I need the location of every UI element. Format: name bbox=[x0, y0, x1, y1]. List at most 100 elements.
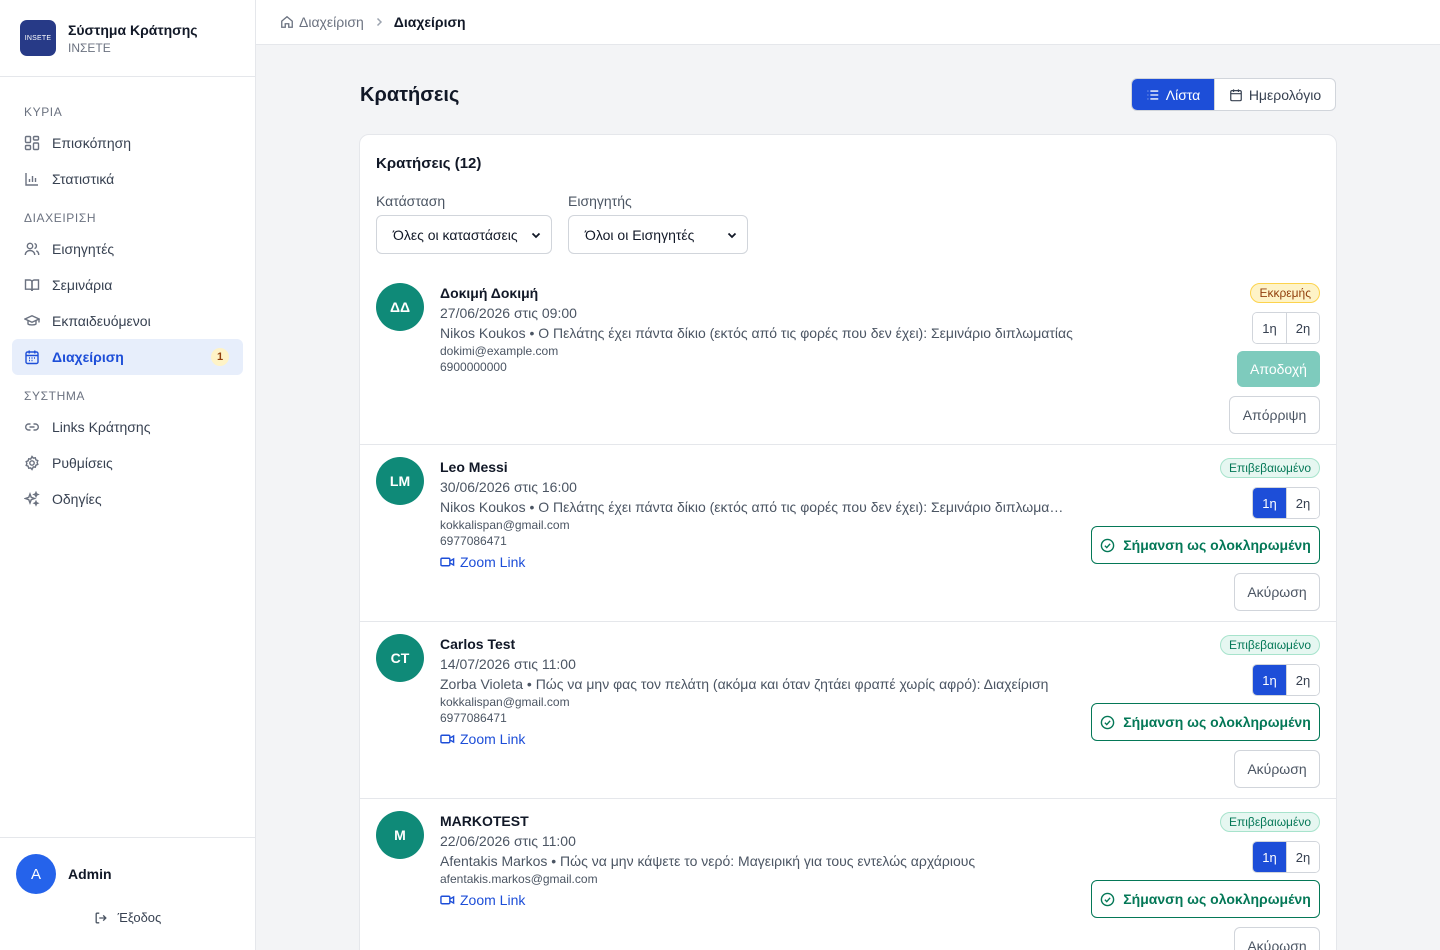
accept-button[interactable]: Αποδοχή bbox=[1237, 351, 1320, 387]
session-1-button[interactable]: 1η bbox=[1253, 842, 1286, 872]
list-view-label: Λίστα bbox=[1165, 86, 1201, 103]
avatar: A bbox=[16, 854, 56, 894]
nav-section-main: ΚΥΡΙΑ bbox=[24, 105, 63, 119]
session-1-button[interactable]: 1η bbox=[1253, 488, 1286, 518]
booking-email: dokimi@example.com bbox=[440, 344, 559, 358]
sidebar-item-label: Στατιστικά bbox=[52, 171, 115, 187]
session-1-button[interactable]: 1η bbox=[1253, 665, 1286, 695]
cancel-button[interactable]: Ακύρωση bbox=[1234, 750, 1320, 788]
status-select[interactable]: Όλες οι καταστάσεις bbox=[376, 215, 552, 254]
view-toggle: Λίστα Ημερολόγιο bbox=[1131, 78, 1336, 111]
check-circle-icon bbox=[1100, 538, 1115, 553]
booking-row: LM Leo Messi 30/06/2026 στις 16:00 Nikos… bbox=[360, 445, 1336, 622]
status-filter: Κατάσταση Όλες οι καταστάσεις bbox=[376, 193, 552, 254]
mark-complete-label: Σήμανση ως ολοκληρωμένη bbox=[1123, 537, 1311, 553]
avatar: CT bbox=[376, 634, 424, 682]
booking-datetime: 27/06/2026 στις 09:00 bbox=[440, 305, 577, 321]
sidebar-item-label: Διαχείριση bbox=[52, 349, 124, 365]
user-profile[interactable]: A Admin bbox=[0, 838, 255, 894]
mark-complete-button[interactable]: Σήμανση ως ολοκληρωμένη bbox=[1091, 880, 1320, 918]
users-icon bbox=[24, 241, 40, 257]
sparkles-icon bbox=[24, 491, 40, 507]
booking-row: M MARKOTEST 22/06/2026 στις 11:00 Afenta… bbox=[360, 799, 1336, 950]
logout-button[interactable]: Έξοδος bbox=[0, 910, 255, 925]
status-badge: Επιβεβαιωμένο bbox=[1219, 458, 1320, 478]
booking-row: ΔΔ Δοκιμή Δοκιμή 27/06/2026 στις 09:00 N… bbox=[360, 269, 1336, 445]
avatar: LM bbox=[376, 457, 424, 505]
sidebar-footer: A Admin Έξοδος bbox=[0, 837, 255, 950]
logout-icon bbox=[94, 911, 108, 925]
logout-label: Έξοδος bbox=[117, 910, 162, 925]
reject-button[interactable]: Απόρριψη bbox=[1229, 396, 1320, 434]
cancel-button[interactable]: Ακύρωση bbox=[1234, 573, 1320, 611]
status-badge: Επιβεβαιωμένο bbox=[1219, 635, 1320, 655]
sidebar-item-booking-links[interactable]: Links Κράτησης bbox=[12, 409, 243, 445]
instructor-filter: Εισηγητής Όλοι οι Εισηγητές bbox=[568, 193, 748, 254]
zoom-link[interactable]: Zoom Link bbox=[440, 553, 1064, 571]
link-icon bbox=[24, 419, 40, 435]
instructor-select[interactable]: Όλοι οι Εισηγητές bbox=[568, 215, 748, 254]
session-selector: 1η 2η bbox=[1252, 841, 1320, 873]
booking-datetime: 30/06/2026 στις 16:00 bbox=[440, 479, 577, 495]
booking-email: afentakis.markos@gmail.com bbox=[440, 872, 598, 886]
session-2-button[interactable]: 2η bbox=[1286, 665, 1319, 695]
status-badge: Επιβεβαιωμένο bbox=[1219, 812, 1320, 832]
sidebar: INSETE Σύστημα Κράτησης INΣΕΤΕ ΚΥΡΙΑ Επι… bbox=[0, 0, 256, 950]
booking-name: MARKOTEST bbox=[440, 813, 529, 829]
sidebar-item-statistics[interactable]: Στατιστικά bbox=[12, 161, 243, 197]
zoom-link[interactable]: Zoom Link bbox=[440, 730, 1064, 748]
booking-description: Afentakis Markos • Πώς να μην κάψετε το … bbox=[440, 853, 976, 869]
nav-section-system: ΣΥΣΤΗΜΑ bbox=[24, 389, 86, 403]
booking-row: CT Carlos Test 14/07/2026 στις 11:00 Zor… bbox=[360, 622, 1336, 799]
mark-complete-button[interactable]: Σήμανση ως ολοκληρωμένη bbox=[1091, 526, 1320, 564]
session-selector: 1η 2η bbox=[1252, 664, 1320, 696]
sidebar-item-overview[interactable]: Επισκόπηση bbox=[12, 125, 243, 161]
sidebar-item-label: Οδηγίες bbox=[52, 491, 102, 507]
breadcrumb-home-link[interactable]: Διαχείριση bbox=[280, 14, 364, 30]
pending-count-badge: 1 bbox=[211, 348, 229, 366]
booking-actions: Εκκρεμής 1η 2η Αποδοχή Απόρριψη bbox=[1229, 283, 1320, 434]
booking-datetime: 22/06/2026 στις 11:00 bbox=[440, 833, 576, 849]
sidebar-item-instructors[interactable]: Εισηγητές bbox=[12, 231, 243, 267]
booking-description: Nikos Koukos • Ο Πελάτης έχει πάντα δίκι… bbox=[440, 325, 1073, 341]
cancel-button[interactable]: Ακύρωση bbox=[1234, 927, 1320, 950]
sidebar-item-label: Links Κράτησης bbox=[52, 419, 151, 435]
calendar-view-button[interactable]: Ημερολόγιο bbox=[1214, 79, 1335, 110]
sidebar-item-trainees[interactable]: Εκπαιδευόμενοι bbox=[12, 303, 243, 339]
list-view-button[interactable]: Λίστα bbox=[1132, 79, 1214, 110]
app-subtitle: INΣΕΤΕ bbox=[68, 40, 111, 55]
booking-description: Nikos Koukos • Ο Πελάτης έχει πάντα δίκι… bbox=[440, 499, 1064, 515]
calendar-icon bbox=[1229, 88, 1243, 102]
nav-section-management: ΔΙΑΧΕΙΡΙΣΗ bbox=[24, 211, 97, 225]
sidebar-item-seminars[interactable]: Σεμινάρια bbox=[12, 267, 243, 303]
mark-complete-button[interactable]: Σήμανση ως ολοκληρωμένη bbox=[1091, 703, 1320, 741]
status-select-value: Όλες οι καταστάσεις bbox=[393, 226, 518, 243]
book-icon bbox=[24, 277, 40, 293]
session-2-button[interactable]: 2η bbox=[1286, 313, 1319, 343]
session-selector: 1η 2η bbox=[1252, 312, 1320, 344]
booking-email: kokkalispan@gmail.com bbox=[440, 695, 570, 709]
instructor-filter-label: Εισηγητής bbox=[568, 193, 632, 209]
video-icon bbox=[440, 733, 455, 745]
zoom-link[interactable]: Zoom Link bbox=[440, 891, 1100, 909]
booking-name: Carlos Test bbox=[440, 636, 516, 652]
chevron-right-icon bbox=[374, 17, 384, 27]
session-1-button[interactable]: 1η bbox=[1253, 313, 1286, 343]
session-2-button[interactable]: 2η bbox=[1286, 842, 1319, 872]
brand[interactable]: INSETE Σύστημα Κράτησης INΣΕΤΕ bbox=[0, 0, 255, 77]
status-filter-label: Κατάσταση bbox=[376, 193, 446, 209]
sidebar-item-label: Εκπαιδευόμενοι bbox=[52, 313, 151, 329]
breadcrumb: Διαχείριση Διαχείριση bbox=[256, 0, 1440, 45]
booking-actions: Επιβεβαιωμένο 1η 2η Σήμανση ως ολοκληρωμ… bbox=[1091, 458, 1320, 611]
sidebar-item-settings[interactable]: Ρυθμίσεις bbox=[12, 445, 243, 481]
sidebar-item-management[interactable]: Διαχείριση 1 bbox=[12, 339, 243, 375]
booking-actions: Επιβεβαιωμένο 1η 2η Σήμανση ως ολοκληρωμ… bbox=[1091, 812, 1320, 950]
bookings-card: Κρατήσεις (12) Κατάσταση Όλες οι καταστά… bbox=[359, 134, 1337, 950]
booking-actions: Επιβεβαιωμένο 1η 2η Σήμανση ως ολοκληρωμ… bbox=[1091, 635, 1320, 788]
sidebar-item-guides[interactable]: Οδηγίες bbox=[12, 481, 243, 517]
session-2-button[interactable]: 2η bbox=[1286, 488, 1319, 518]
bookings-count-title: Κρατήσεις (12) bbox=[376, 155, 482, 172]
booking-phone: 6977086471 bbox=[440, 534, 507, 548]
check-circle-icon bbox=[1100, 715, 1115, 730]
zoom-link-label: Zoom Link bbox=[460, 731, 526, 747]
